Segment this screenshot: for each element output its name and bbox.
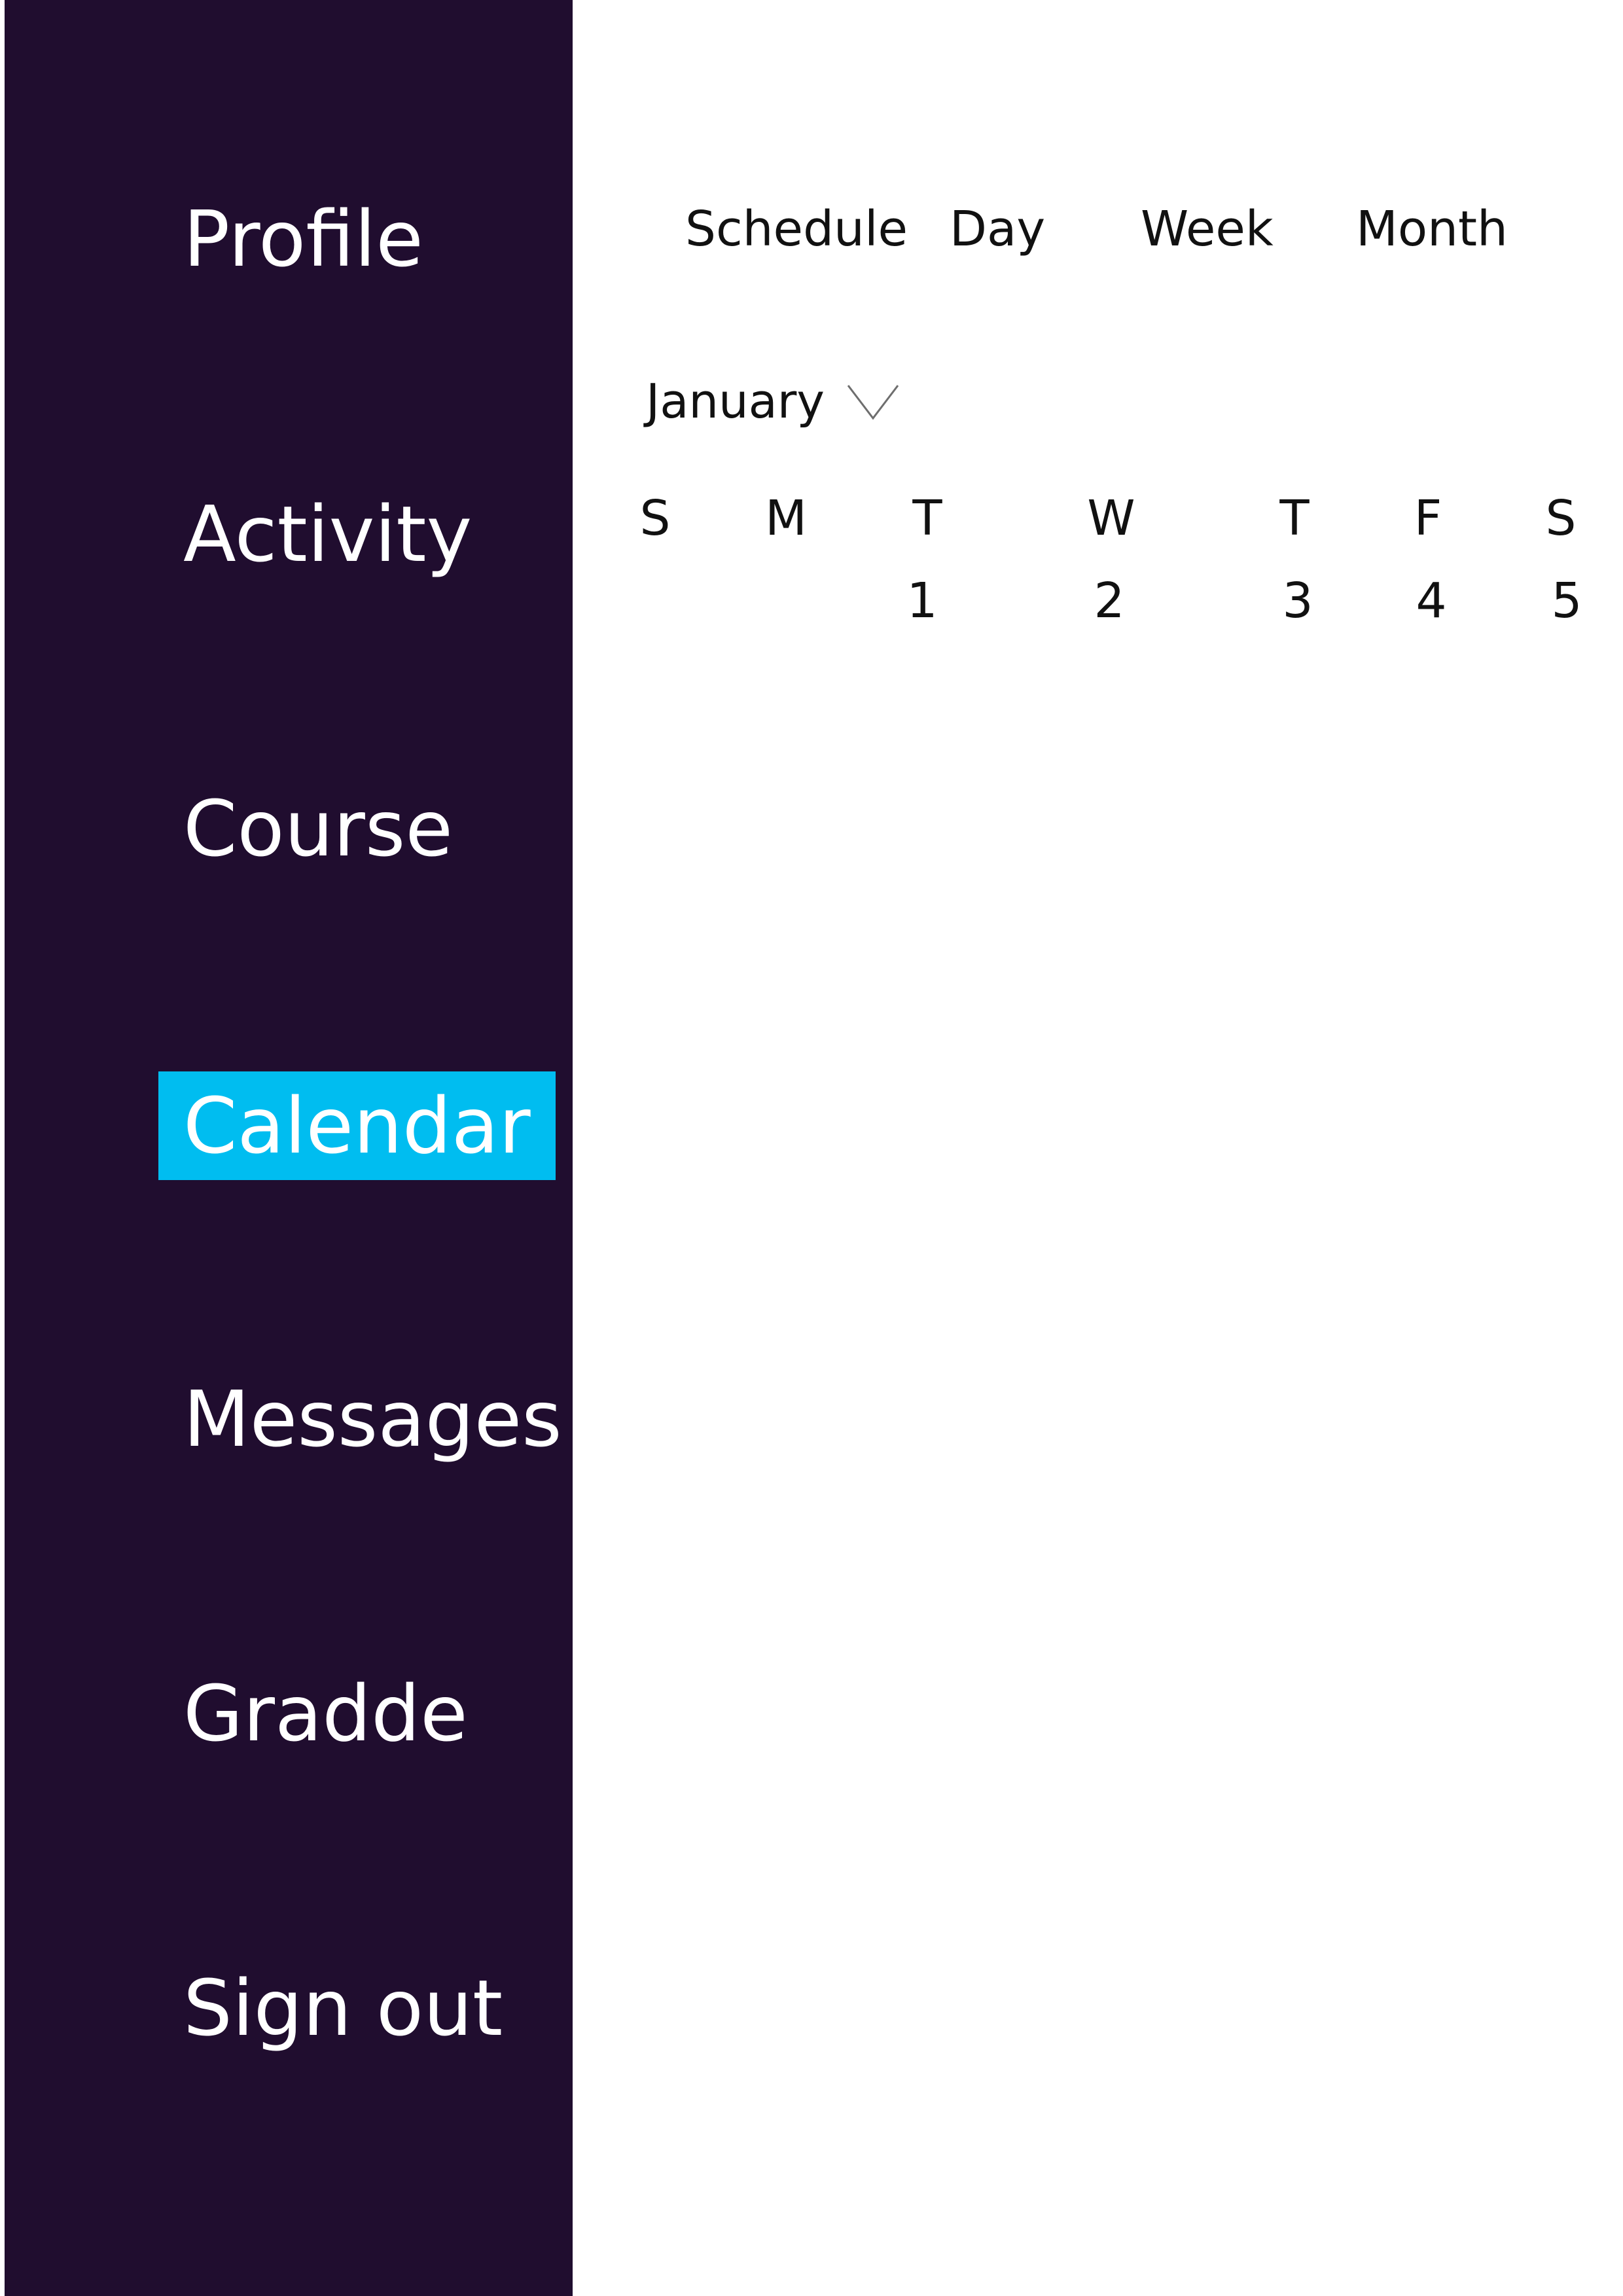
month-dropdown[interactable]: January [646, 365, 899, 437]
sidebar-item-course[interactable]: Course [158, 774, 478, 883]
weekday-header: S [1545, 490, 1577, 547]
sidebar-item-activity[interactable]: Activity [158, 480, 497, 588]
calendar-day[interactable]: 4 [1392, 568, 1471, 634]
chevron-down-icon [847, 385, 899, 420]
weekday-header: T [1279, 490, 1310, 547]
tab-day[interactable]: Day [950, 196, 1045, 262]
calendar-day[interactable]: 3 [1258, 568, 1337, 634]
weekday-header: T [912, 490, 942, 547]
sidebar-item-gradde[interactable]: Gradde [158, 1659, 493, 1768]
calendar-day[interactable]: 1 [883, 568, 961, 634]
calendar-day[interactable]: 5 [1527, 568, 1606, 634]
weekday-header: F [1414, 490, 1442, 547]
sidebar-item-calendar[interactable]: Calendar [158, 1071, 556, 1180]
tab-schedule[interactable]: Schedule [685, 196, 908, 262]
sidebar-item-messages[interactable]: Messages [158, 1365, 587, 1473]
tab-week[interactable]: Week [1141, 196, 1274, 262]
tab-month[interactable]: Month [1356, 196, 1508, 262]
weekday-header: M [765, 490, 807, 547]
calendar-day[interactable]: 2 [1070, 568, 1149, 634]
month-dropdown-value: January [646, 374, 825, 429]
calendar-panel: Schedule Day Week Month January S M T W … [573, 0, 1623, 2296]
weekday-header: S [639, 490, 671, 547]
sidebar-item-sign-out[interactable]: Sign out [158, 1954, 527, 2062]
sidebar-item-profile[interactable]: Profile [158, 185, 448, 293]
sidebar: Profile Activity Course Calendar Message… [5, 0, 573, 2296]
weekday-header: W [1087, 490, 1135, 547]
